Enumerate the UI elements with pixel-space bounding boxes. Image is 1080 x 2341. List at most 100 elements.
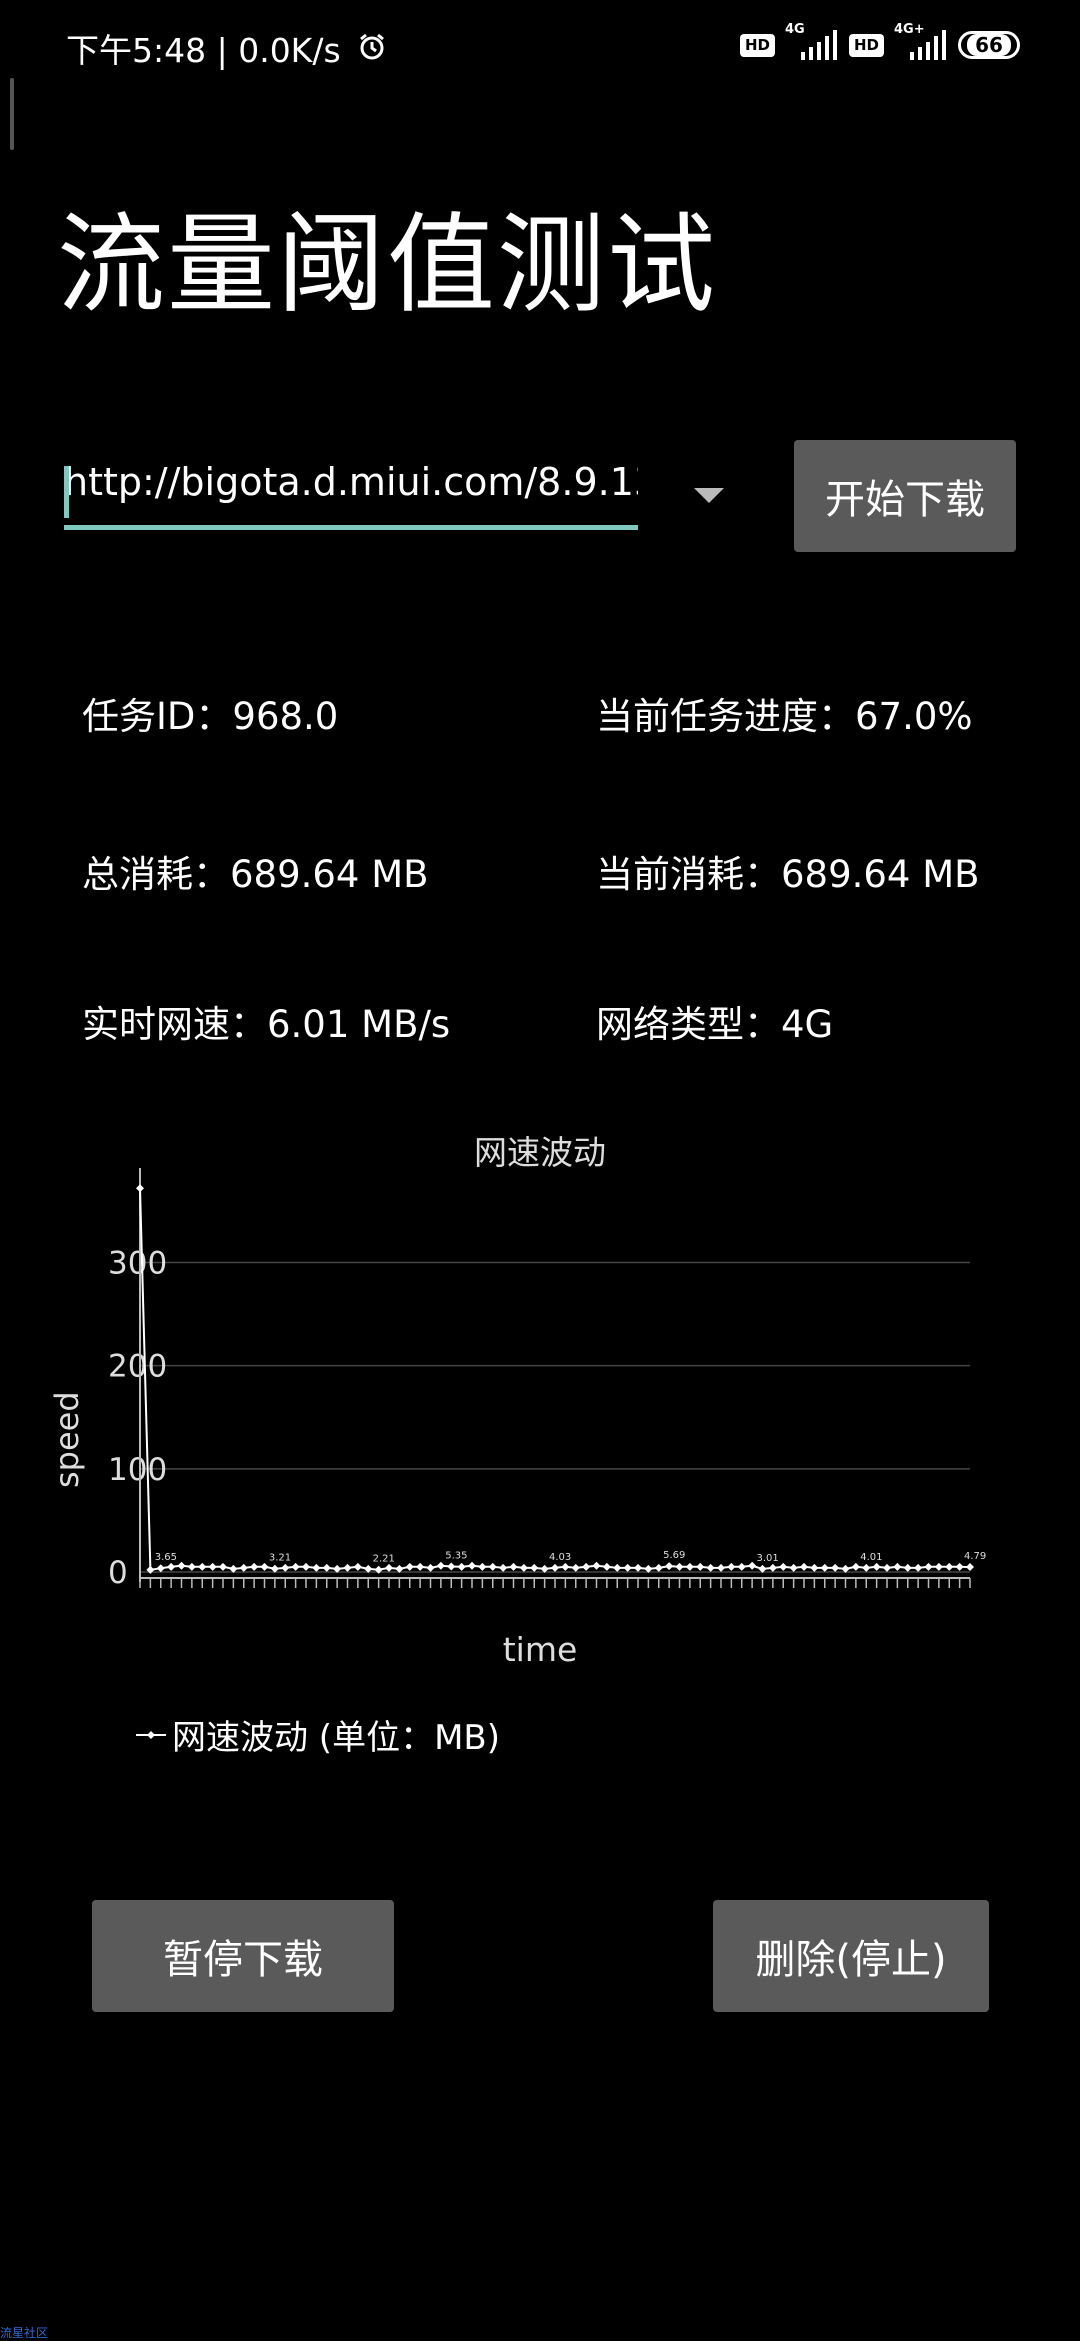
task-id-text: 任务ID：968.0 (82, 695, 339, 738)
chart-y-tick-label: 200 (108, 1349, 167, 1385)
hd-badge-sim2: HD (848, 33, 884, 57)
chart-data-point (167, 1562, 176, 1571)
legend-label: 网速波动 (单位：MB) (172, 1718, 500, 1758)
chart-series-line (139, 1188, 971, 1572)
chart-data-label: 5.35 (445, 1550, 467, 1561)
chart-data-point (187, 1562, 196, 1571)
page-title: 流量阈值测试 (57, 203, 718, 328)
network-type-sim2: 4G+ (894, 22, 925, 37)
chart-data-label: 3.01 (757, 1553, 779, 1564)
chart-data-point (291, 1562, 300, 1571)
chart-data-point (727, 1562, 736, 1571)
chart-data-point (654, 1563, 663, 1572)
chart-y-tick-label: 0 (108, 1555, 128, 1591)
chart-data-point (706, 1563, 715, 1572)
scroll-indicator (10, 78, 14, 150)
chart-data-point (893, 1562, 902, 1571)
chart-data-point (602, 1562, 611, 1571)
signal-icon-sim2: 4G+ (894, 22, 946, 60)
chart-data-point (717, 1563, 725, 1572)
chart-data-label: 2.21 (373, 1554, 395, 1565)
status-bar: 下午5:48 | 0.0K/s HD 4G HD 4G+ 66 (0, 0, 1080, 100)
chart-data-label: 4.79 (964, 1551, 986, 1562)
chart-data-point (872, 1562, 881, 1571)
chart-data-point (219, 1562, 227, 1571)
chart-data-label: 3.21 (269, 1553, 291, 1564)
chart-data-point (312, 1563, 321, 1572)
chart-data-point (966, 1563, 974, 1572)
speed-chart: 0 100 200 300 3.65 3.21 2.21 5.35 4.03 5.69 3.01 4.… (108, 1168, 986, 1591)
chart-data-label: 4.01 (860, 1552, 882, 1563)
battery-level: 66 (967, 34, 1011, 56)
chart-data-point (748, 1561, 757, 1570)
delete-stop-button[interactable]: 删除(停止) (713, 1900, 989, 2012)
chart-data-point (613, 1563, 622, 1572)
chart-data-point (561, 1562, 570, 1571)
chart-data-point (468, 1561, 476, 1570)
chart-data-point (426, 1563, 435, 1572)
legend-line-icon (136, 1730, 166, 1739)
total-consumption-text: 总消耗：689.64 MB (82, 853, 429, 896)
chart-data-point (260, 1562, 269, 1571)
network-type-sim1: 4G (784, 22, 805, 37)
dropdown-arrow-icon[interactable] (694, 488, 724, 503)
status-time-text: 下午5:48 | 0.0K/s (66, 31, 341, 70)
chart-data-point (177, 1561, 186, 1570)
signal-icon-sim1: 4G (785, 22, 837, 60)
chart-y-tick-label: 100 (108, 1452, 167, 1488)
hd-badge-sim1: HD (739, 33, 775, 57)
network-type-text: 网络类型：4G (596, 1003, 834, 1046)
chart-data-point (156, 1564, 165, 1573)
chart-data-point (582, 1562, 591, 1571)
chart-data-point (955, 1562, 964, 1571)
chart-data-label: 3.65 (155, 1552, 177, 1563)
alarm-icon (357, 31, 387, 70)
chart-data-point (623, 1563, 632, 1572)
current-consumption-text: 当前消耗：689.64 MB (596, 853, 980, 896)
pause-download-button[interactable]: 暂停下载 (92, 1900, 394, 2012)
chart-data-point (436, 1561, 445, 1570)
chart-data-point (343, 1563, 352, 1572)
chart-data-point (592, 1561, 601, 1570)
chart-data-point (571, 1563, 580, 1572)
chart-data-point (924, 1562, 933, 1571)
chart-data-point (851, 1562, 860, 1571)
chart-data-point (551, 1563, 559, 1572)
chart-data-point (457, 1562, 466, 1571)
chart-data-point (239, 1563, 248, 1572)
chart-data-point (675, 1562, 684, 1571)
chart-data-point (385, 1563, 393, 1572)
chart-data-point (737, 1562, 746, 1571)
chart-data-point (789, 1563, 798, 1572)
realtime-speed-text: 实时网速：6.01 MB/s (82, 1003, 451, 1046)
chart-data-point (250, 1562, 259, 1571)
chart-data-point (903, 1563, 912, 1572)
battery-icon: 66 (958, 31, 1020, 59)
watermark-text: 流星社区 (0, 2326, 49, 2340)
chart-data-point (353, 1562, 362, 1571)
chart-x-axis-label: time (502, 1630, 578, 1669)
chart-data-point (768, 1563, 777, 1572)
chart-data-point (447, 1562, 456, 1571)
chart-data-point (810, 1563, 819, 1572)
chart-data-point (488, 1562, 497, 1571)
chart-data-point (800, 1562, 808, 1571)
chart-data-point (509, 1562, 518, 1571)
chart-data-point (322, 1563, 331, 1572)
chart-data-point (634, 1563, 642, 1572)
chart-data-point (696, 1562, 705, 1571)
chart-y-tick-label: 300 (108, 1246, 167, 1282)
chart-data-point (685, 1562, 694, 1571)
url-input[interactable]: http://bigota.d.miui.com/8.9.13/r (64, 460, 638, 530)
chart-data-point (416, 1562, 425, 1571)
status-time-speed: 下午5:48 | 0.0K/s (66, 24, 387, 72)
task-progress-text: 当前任务进度：67.0% (596, 695, 973, 738)
chart-data-point (914, 1563, 923, 1572)
chart-data-point (820, 1563, 829, 1572)
start-download-button[interactable]: 开始下载 (794, 440, 1016, 552)
chart-data-point (136, 1184, 144, 1193)
chart-data-point (779, 1562, 788, 1571)
chart-data-point (519, 1563, 528, 1572)
chart-data-label: 5.69 (663, 1550, 685, 1561)
status-icons: HD 4G HD 4G+ 66 (739, 22, 1020, 60)
